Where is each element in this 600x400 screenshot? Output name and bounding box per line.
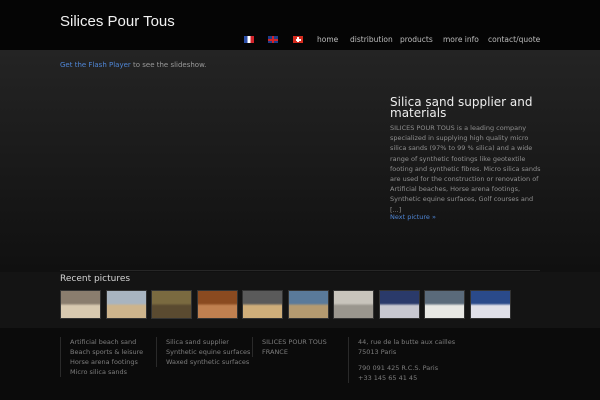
nav-products[interactable]: products (400, 35, 433, 44)
footer-link[interactable]: Horse arena footings (70, 357, 143, 367)
thumbnail[interactable] (287, 290, 329, 319)
footer-company-col: SILICES POUR TOUS FRANCE (252, 337, 327, 357)
footer-link[interactable]: Micro silica sands (70, 367, 143, 377)
address-street: 44, rue de la butte aux cailles (358, 338, 456, 346)
thumbnail[interactable] (105, 290, 147, 319)
slide-title: Silica sand supplier and materials (390, 95, 533, 120)
main-nav: home distribution products more info con… (244, 35, 600, 47)
divider (60, 270, 540, 271)
nav-home[interactable]: home (317, 35, 338, 44)
thumbnail[interactable] (151, 290, 192, 319)
slide-description: SILICES POUR TOUS is a leading company s… (390, 124, 541, 214)
company-name: SILICES POUR TOUS (262, 338, 327, 346)
flash-player-link[interactable]: Get the Flash Player (60, 61, 131, 69)
thumbnail[interactable] (333, 290, 374, 319)
thumbnail[interactable] (242, 290, 283, 319)
thumbnail[interactable] (424, 290, 465, 319)
footer-link[interactable]: Beach sports & leisure (70, 347, 143, 357)
slideshow-area: Get the Flash Player to see the slidesho… (0, 50, 600, 272)
flash-message: Get the Flash Player to see the slidesho… (60, 61, 206, 69)
footer-links-col1: Artificial beach sand Beach sports & lei… (60, 337, 143, 377)
nav-more-info[interactable]: more info (443, 35, 479, 44)
footer-link[interactable]: Artificial beach sand (70, 337, 143, 347)
flash-message-text: to see the slideshow. (130, 61, 207, 69)
footer-link[interactable]: Silica sand supplier (166, 337, 250, 347)
recent-pictures-title: Recent pictures (60, 274, 131, 284)
footer: Artificial beach sand Beach sports & lei… (0, 328, 600, 400)
address-city: 75013 Paris (358, 348, 397, 356)
company-country: FRANCE (262, 348, 288, 356)
footer-link[interactable]: Waxed synthetic surfaces (166, 357, 250, 367)
company-phone: +33 145 65 41 45 (358, 374, 418, 382)
nav-contact-quote[interactable]: contact/quote (488, 35, 540, 44)
thumbnail[interactable] (469, 290, 511, 319)
next-picture-link[interactable]: Next picture » (390, 213, 436, 221)
company-registration: 790 091 425 R.C.S. Paris (358, 364, 439, 372)
footer-links-col2: Silica sand supplier Synthetic equine su… (156, 337, 250, 367)
thumbnail[interactable] (378, 290, 420, 319)
header: Silices Pour Tous home distribution prod… (0, 0, 600, 50)
footer-link[interactable]: Synthetic equine surfaces (166, 347, 250, 357)
flag-uk-icon[interactable] (268, 36, 278, 43)
thumbnail[interactable] (60, 290, 101, 319)
footer-address-col: 44, rue de la butte aux cailles 75013 Pa… (348, 337, 455, 383)
site-title[interactable]: Silices Pour Tous (60, 13, 175, 30)
thumbnail[interactable] (196, 290, 238, 319)
nav-distribution[interactable]: distribution (350, 35, 393, 44)
flag-france-icon[interactable] (244, 36, 254, 43)
flag-switzerland-icon[interactable] (293, 36, 303, 43)
